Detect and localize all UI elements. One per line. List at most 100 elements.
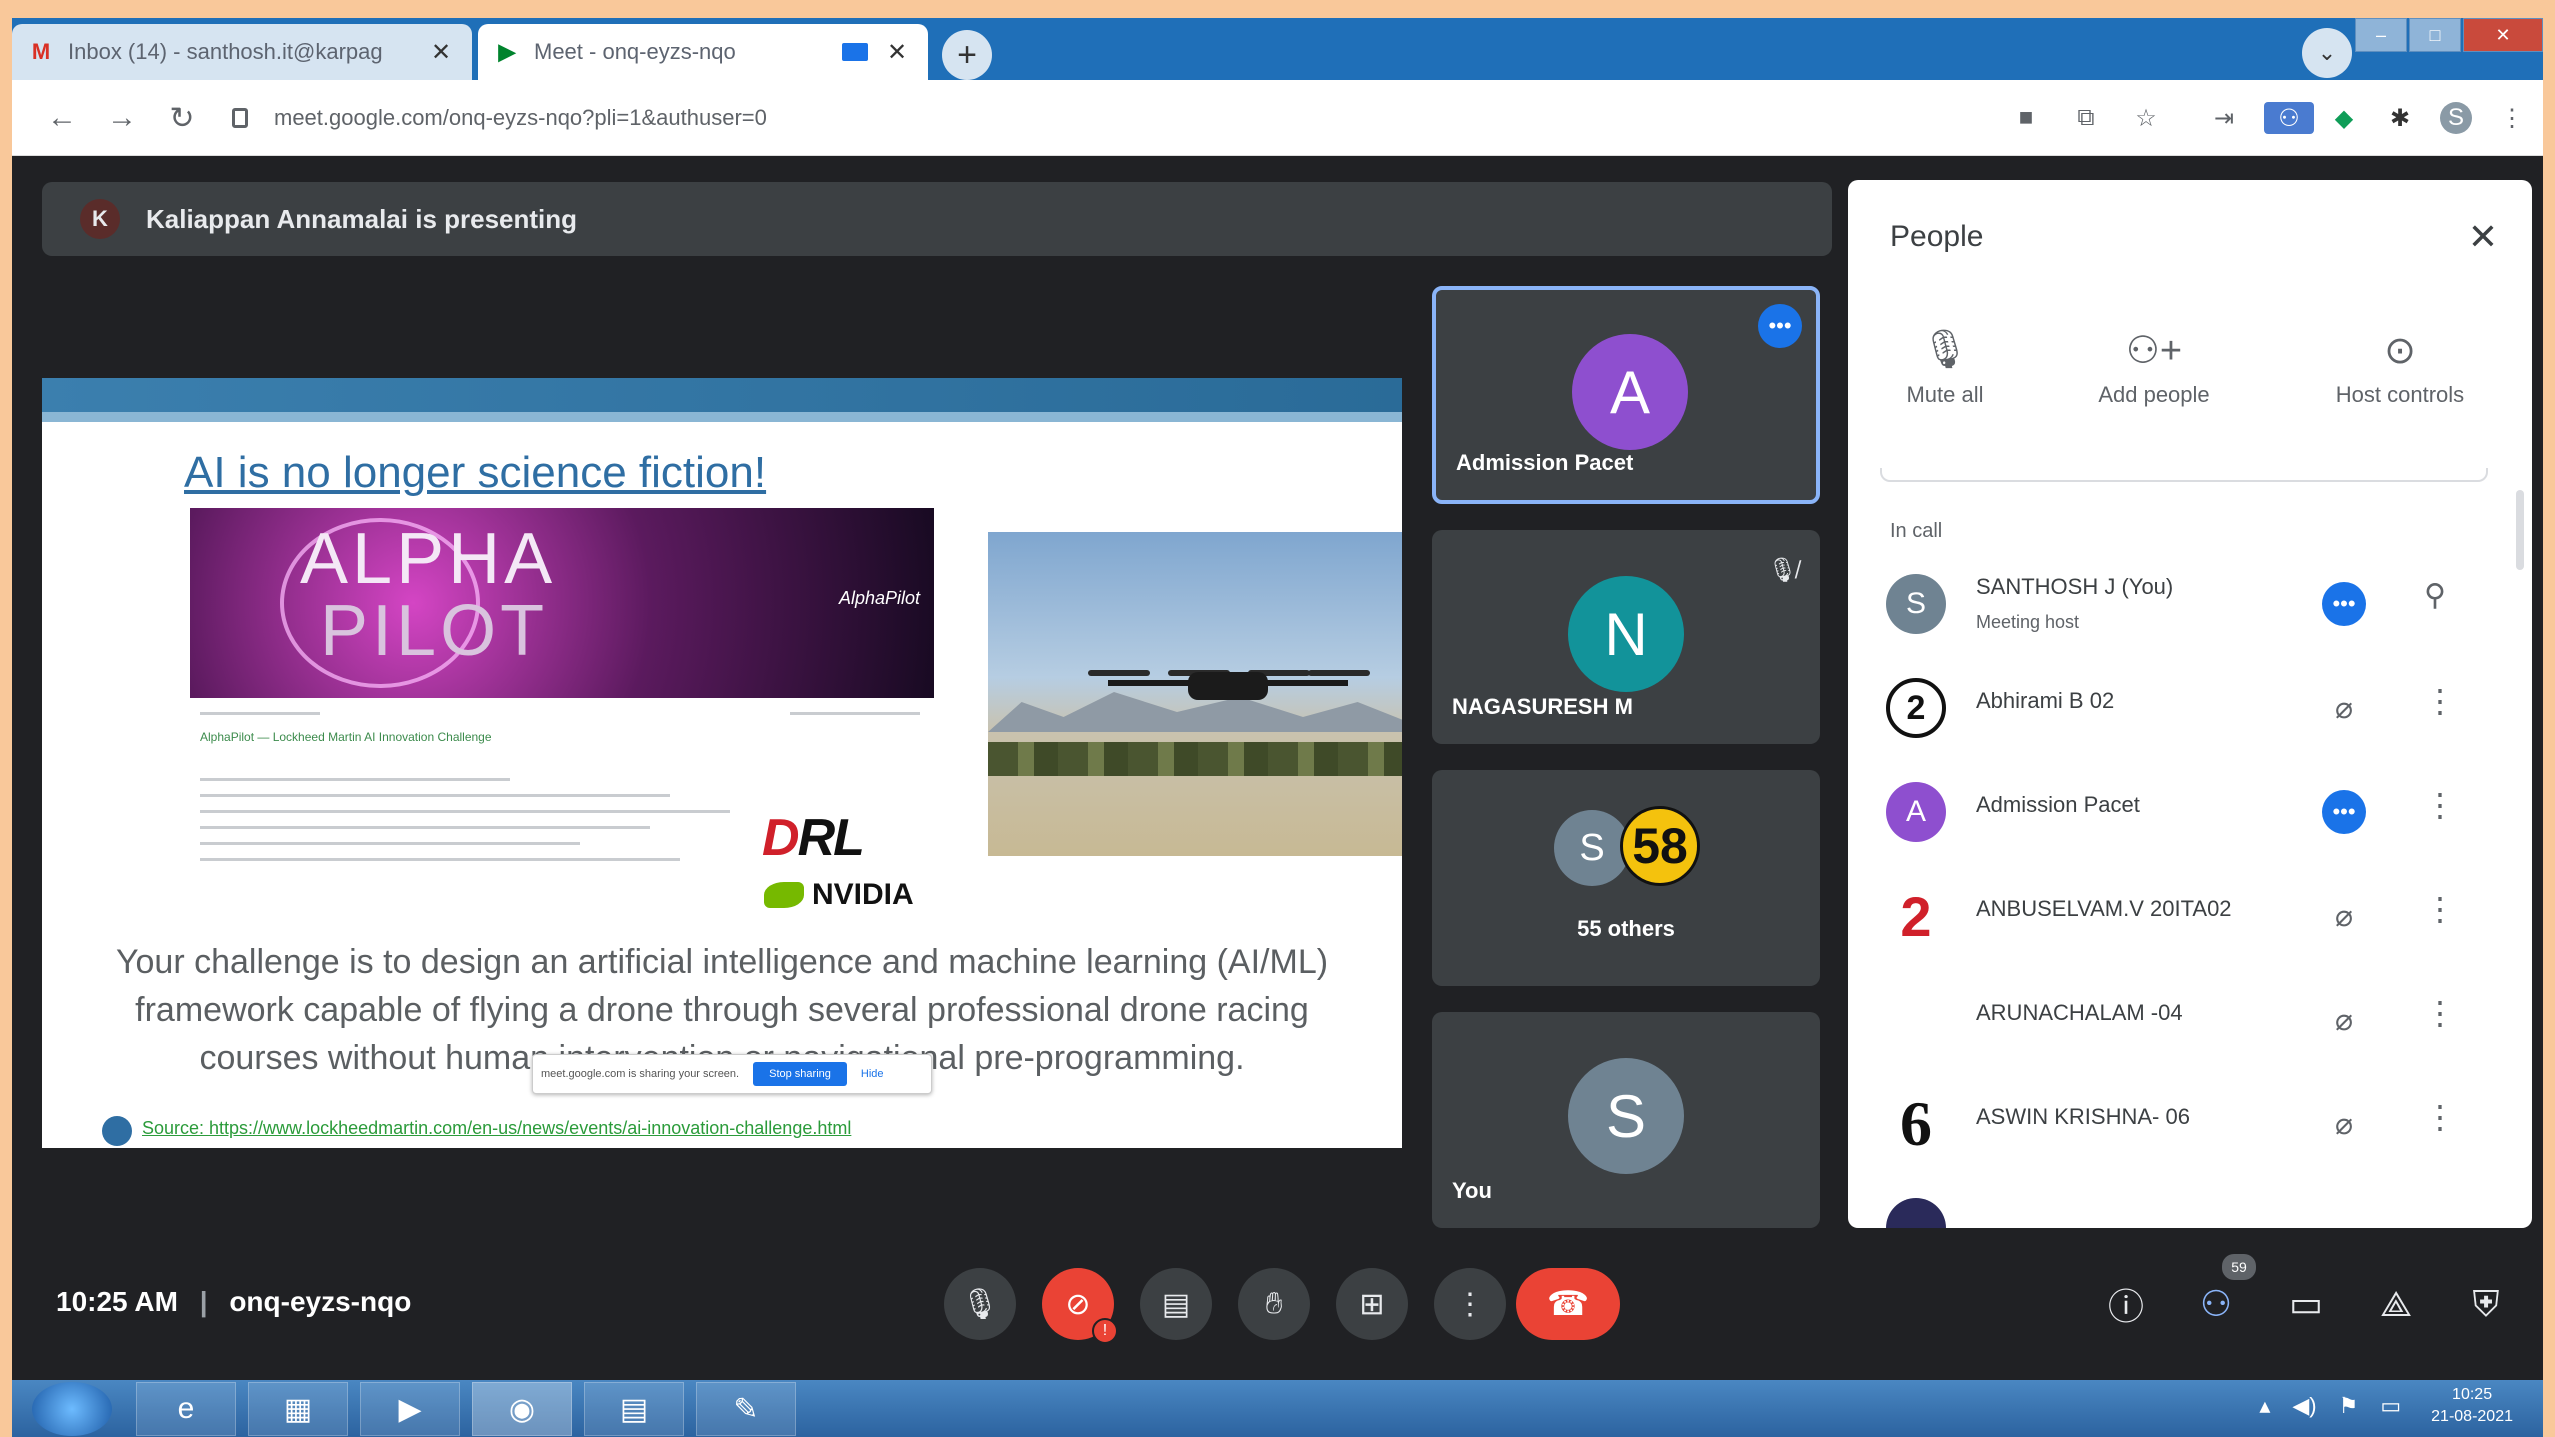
more-vert-icon[interactable]: ⋮ [2424,1098,2456,1136]
lock-icon[interactable] [232,108,248,128]
participant-avatar: A [1572,334,1688,450]
hand-icon: ✋︎ [1265,1287,1283,1320]
participant-tile[interactable]: A ••• Admission Pacet [1432,286,1820,504]
tab-meet[interactable]: ▶ Meet - onq-eyzs-nqo ✕ [478,24,928,80]
source-icon [102,1116,132,1146]
pin-icon[interactable]: ⚲ [2424,578,2446,613]
microphone-button[interactable]: 🎙︎ [944,1268,1016,1340]
phone-hangup-icon: ☎︎ [1546,1285,1590,1323]
back-icon[interactable]: ← [42,98,82,138]
network-icon[interactable]: ▭ [2380,1393,2401,1419]
raise-hand-button[interactable]: ✋︎ [1238,1268,1310,1340]
close-tab-icon[interactable]: ✕ [426,38,456,67]
camera-off-button[interactable]: ⊘ ! [1042,1268,1118,1344]
new-tab-button[interactable]: + [942,30,992,80]
screenshot-icon[interactable]: ⧉ [2070,102,2102,134]
participant-name: Admission Pacet [1976,792,2140,817]
volume-icon[interactable]: ◀︎) [2292,1393,2316,1419]
source-link[interactable]: Source: https://www.lockheedmartin.com/e… [142,1118,851,1139]
people-button[interactable]: ⚇ 59 [2186,1254,2256,1334]
url-field[interactable]: meet.google.com/onq-eyzs-nqo?pli=1&authu… [232,94,2032,142]
extension-shield-icon[interactable]: ◆ [2328,102,2360,134]
meeting-details-button[interactable]: ⓘ [2096,1274,2156,1334]
url-text: meet.google.com/onq-eyzs-nqo?pli=1&authu… [274,105,767,130]
flag-icon[interactable]: ⚑ [2339,1393,2359,1419]
tab-title: Inbox (14) - santhosh.it@karpag [68,39,383,64]
stop-sharing-button[interactable]: Stop sharing [753,1062,847,1086]
participant-avatar [1886,990,1946,1050]
meet-icon: ▶ [498,39,516,64]
nvidia-logo: NVIDIA [764,878,914,912]
article-line [200,842,580,845]
maximize-button[interactable]: □ [2409,18,2461,52]
mic-off-icon: ⌀ [2334,1003,2354,1037]
more-vert-icon[interactable]: ⋮ [2424,994,2456,1032]
captions-button[interactable]: ▤ [1140,1268,1212,1340]
participant-tile[interactable]: N 🎙︎̸ NAGASURESH M [1432,530,1820,744]
start-button[interactable] [32,1382,112,1436]
tab-strip: M Inbox (14) - santhosh.it@karpag ✕ ▶ Me… [12,18,2543,80]
document-icon[interactable]: ▤ [584,1382,684,1436]
participant-row[interactable]: S SANTHOSH J (You) Meeting host ••• ⚲ [1848,552,2532,656]
system-tray: ▴ ◀︎) ⚑ ▭ 10:25 21-08-2021 [2237,1384,2513,1428]
close-icon[interactable]: ✕ [2468,216,2498,258]
participant-name: ARUNACHALAM -04 [1976,1000,2183,1025]
more-vert-icon[interactable]: ⋮ [2424,786,2456,824]
mute-all-button[interactable]: 🎙︎ Mute all [1890,328,2000,408]
self-tile[interactable]: S You [1432,1012,1820,1228]
drone-rotor [1088,670,1150,676]
participant-row[interactable]: 2 Abhirami B 02 ⌀ ⋮ [1848,656,2532,760]
participant-row[interactable]: ARUNACHALAM -04 ⌀ ⋮ [1848,968,2532,1072]
more-options-button[interactable]: ⋮ [1434,1268,1506,1340]
tab-search-button[interactable]: ⌄ [2302,28,2352,78]
host-controls-icon: ⊙ [2384,330,2416,372]
drl-logo-rl: RL [797,809,865,867]
participant-row[interactable] [1848,1176,2532,1228]
extension-arrow-icon[interactable]: ⇥ [2208,102,2240,134]
host-controls-bottom-button[interactable]: ⛨ [2456,1274,2516,1334]
close-tab-icon[interactable]: ✕ [882,38,912,67]
internet-explorer-icon[interactable]: e [136,1382,236,1436]
system-clock[interactable]: 10:25 21-08-2021 [2431,1384,2513,1428]
add-people-button[interactable]: ⚇+ Add people [2074,328,2234,408]
leave-call-button[interactable]: ☎︎ [1516,1268,1620,1340]
tab-gmail[interactable]: M Inbox (14) - santhosh.it@karpag ✕ [12,24,472,80]
participant-row[interactable]: A Admission Pacet ••• ⋮ [1848,760,2532,864]
host-controls-button[interactable]: ⊙ Host controls [2310,328,2490,408]
star-icon[interactable]: ☆ [2130,102,2162,134]
activities-button[interactable]: ⟁ [2366,1274,2426,1334]
paint-icon[interactable]: ✎ [696,1382,796,1436]
slide-header-strip [42,412,1402,422]
others-count: 55 others [1577,916,1675,941]
others-tile[interactable]: S 58 55 others [1432,770,1820,986]
extension-people-icon[interactable]: ⚇ [2264,102,2314,134]
puzzle-icon[interactable]: ✱ [2384,102,2416,134]
present-button[interactable]: ⊞ [1336,1268,1408,1340]
browser-menu-icon[interactable]: ⋮ [2496,102,2528,134]
presenting-banner: K Kaliappan Annamalai is presenting [42,182,1832,256]
more-vert-icon[interactable]: ⋮ [2424,890,2456,928]
chrome-icon[interactable]: ◉ [472,1382,572,1436]
hide-button[interactable]: Hide [861,1068,884,1080]
file-explorer-icon[interactable]: ▦ [248,1382,348,1436]
camera-icon[interactable]: ■ [2010,102,2042,134]
tray-expand-icon[interactable]: ▴ [2259,1393,2270,1419]
media-player-icon[interactable]: ▶ [360,1382,460,1436]
article-line [200,712,320,715]
presenting-text: Kaliappan Annamalai is presenting [146,203,578,234]
participant-row[interactable]: 6 ASWIN KRISHNA- 06 ⌀ ⋮ [1848,1072,2532,1176]
chat-button[interactable]: ▭ [2276,1274,2336,1334]
speaking-icon: ••• [2322,790,2366,834]
window-close-button[interactable]: ✕ [2463,18,2543,52]
participant-row[interactable]: 2 ANBUSELVAM.V 20ITA02 ⌀ ⋮ [1848,864,2532,968]
forward-icon[interactable]: → [102,98,142,138]
profile-avatar[interactable]: S [2440,102,2472,134]
more-options-icon[interactable]: ••• [1758,304,1802,348]
more-vert-icon[interactable]: ⋮ [2424,682,2456,720]
participant-name: ASWIN KRISHNA- 06 [1976,1104,2190,1129]
address-bar: ← → ↻ meet.google.com/onq-eyzs-nqo?pli=1… [12,80,2543,156]
add-people-label: Add people [2098,382,2210,407]
minimize-button[interactable]: – [2355,18,2407,52]
article-line [200,778,510,781]
reload-icon[interactable]: ↻ [162,98,202,138]
